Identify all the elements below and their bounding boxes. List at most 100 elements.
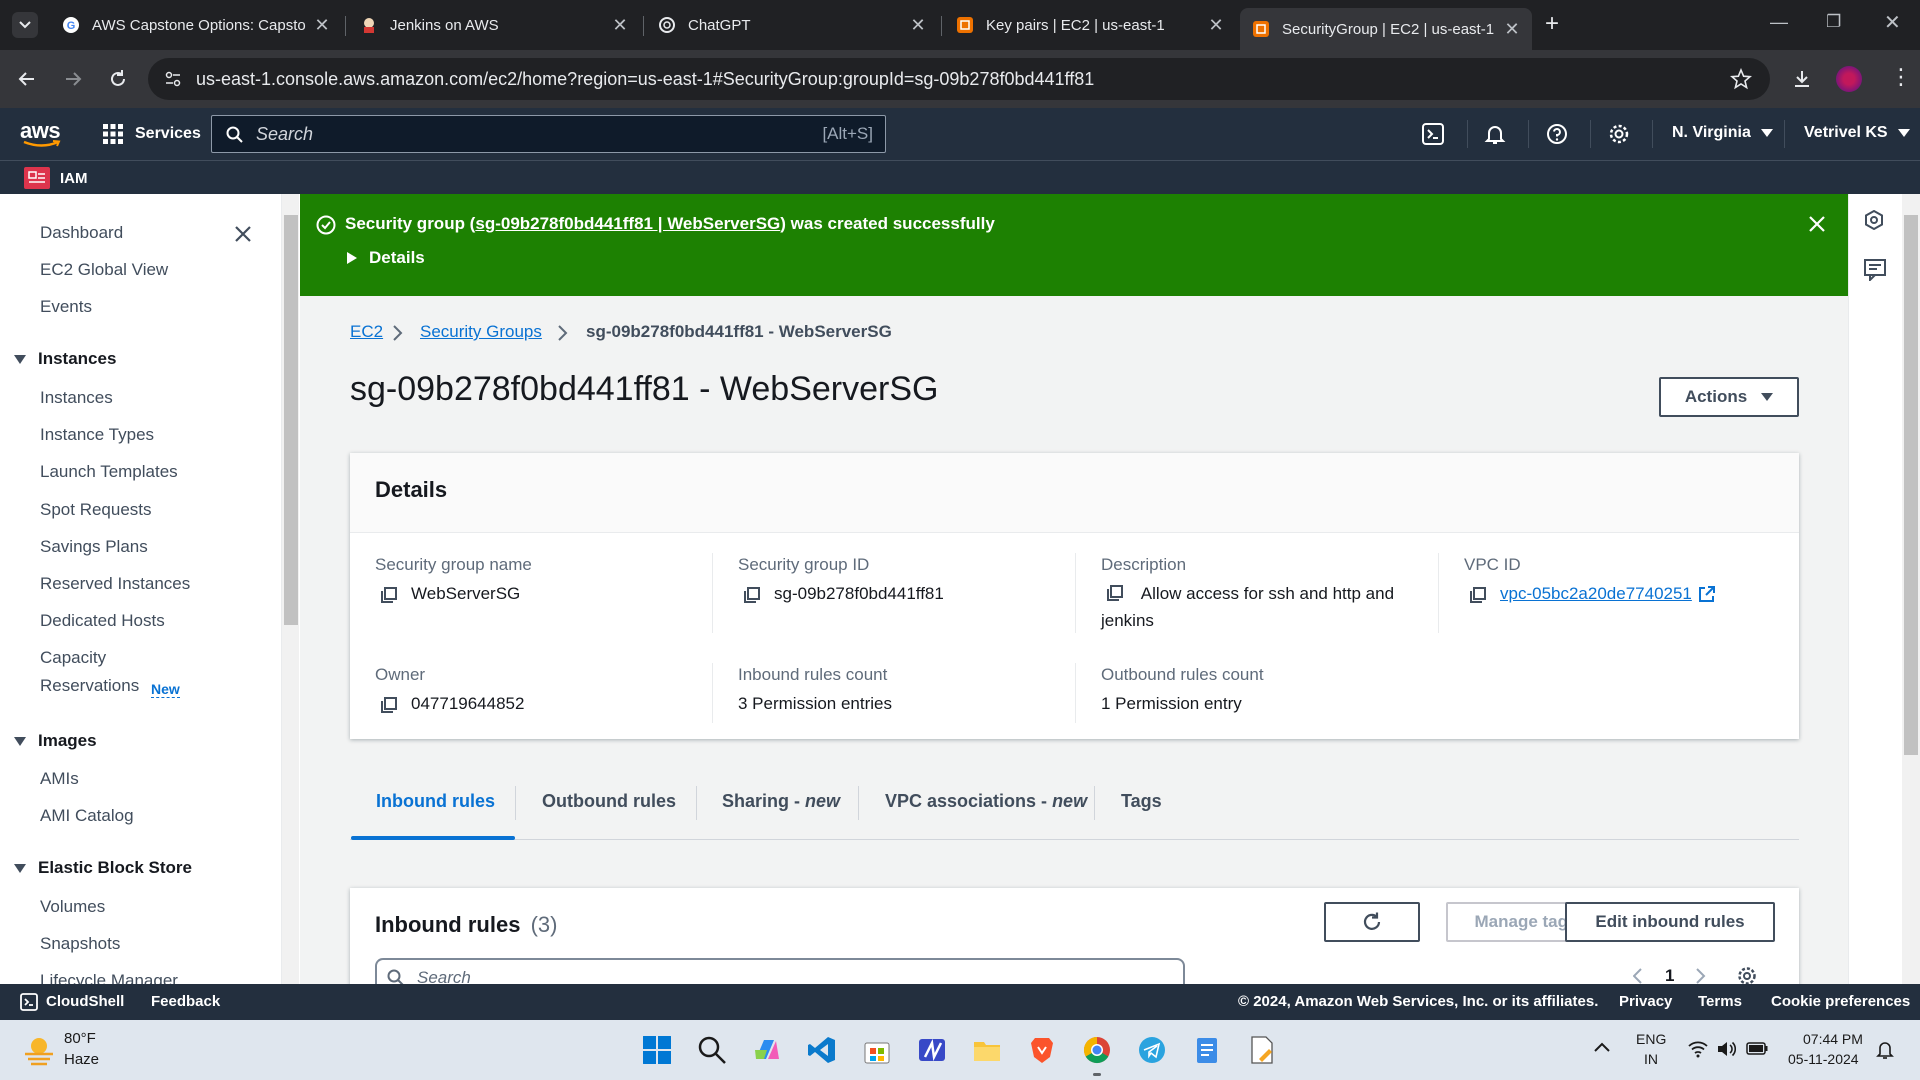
sidebar-item-snapshots[interactable]: Snapshots <box>40 934 120 954</box>
download-icon[interactable] <box>1791 68 1813 90</box>
sidebar-item-ami-catalog[interactable]: AMI Catalog <box>40 806 134 826</box>
file-explorer-icon[interactable] <box>972 1035 1002 1065</box>
profile-avatar[interactable] <box>1836 66 1862 92</box>
footer-feedback[interactable]: Feedback <box>151 993 220 1010</box>
cloudshell-icon[interactable] <box>1422 123 1444 145</box>
chrome-icon[interactable] <box>1082 1035 1112 1065</box>
footer-privacy[interactable]: Privacy <box>1619 993 1672 1010</box>
app-icon[interactable] <box>917 1035 947 1065</box>
sidebar-item-launch-templates[interactable]: Launch Templates <box>40 462 178 482</box>
sidebar-section-images[interactable]: Images <box>14 731 97 751</box>
weather-desc[interactable]: Haze <box>64 1051 99 1068</box>
weather-haze-icon[interactable] <box>22 1034 56 1066</box>
close-window-icon[interactable]: ✕ <box>1884 10 1901 35</box>
gear-icon[interactable] <box>1737 966 1757 984</box>
weather-temp[interactable]: 80°F <box>64 1030 96 1047</box>
browser-tab[interactable]: G AWS Capstone Options: Capsto ✕ <box>50 8 342 42</box>
brave-icon[interactable] <box>1027 1035 1057 1065</box>
sidebar-section-ebs[interactable]: Elastic Block Store <box>14 858 192 878</box>
browser-tab[interactable]: Key pairs | EC2 | us-east-1 ✕ <box>944 8 1236 42</box>
site-info-icon[interactable] <box>164 70 182 88</box>
reload-icon[interactable] <box>107 68 129 90</box>
document-edit-icon[interactable] <box>1247 1035 1277 1065</box>
microsoft-store-icon[interactable] <box>862 1035 892 1065</box>
copy-icon[interactable] <box>744 587 760 603</box>
sidebar-item-capacity[interactable]: Capacity <box>40 648 106 668</box>
sidebar-section-instances[interactable]: Instances <box>14 349 116 369</box>
account-menu[interactable]: Vetrivel KS <box>1804 124 1910 142</box>
windows-start-icon[interactable] <box>642 1035 672 1065</box>
breadcrumb-ec2[interactable]: EC2 <box>350 322 383 342</box>
copy-icon[interactable] <box>381 697 397 713</box>
language-indicator[interactable]: ENG <box>1636 1031 1666 1047</box>
footer-cloudshell[interactable]: CloudShell <box>46 993 124 1010</box>
close-tab-icon[interactable]: ✕ <box>910 15 926 36</box>
copy-icon[interactable] <box>1107 585 1123 601</box>
sidebar-item-dedicated-hosts[interactable]: Dedicated Hosts <box>40 611 165 631</box>
notepad-icon[interactable] <box>1192 1035 1222 1065</box>
sidebar-item-lifecycle-manager[interactable]: Lifecycle Manager <box>40 971 178 984</box>
close-tab-icon[interactable]: ✕ <box>1504 19 1520 40</box>
notification-bell-icon[interactable] <box>1876 1040 1894 1060</box>
sidebar-item-reserved-instances[interactable]: Reserved Instances <box>40 574 190 594</box>
main-scrollbar-thumb[interactable] <box>1904 215 1918 755</box>
region-indicator[interactable]: IN <box>1644 1051 1658 1067</box>
close-tab-icon[interactable]: ✕ <box>314 15 330 36</box>
help-icon[interactable] <box>1546 123 1568 145</box>
aws-logo[interactable]: aws <box>20 118 64 148</box>
footer-cookie[interactable]: Cookie preferences <box>1771 993 1910 1010</box>
dismiss-flash-icon[interactable] <box>1808 215 1826 233</box>
services-menu[interactable]: Services <box>103 124 201 144</box>
favorite-iam[interactable]: IAM <box>24 167 88 189</box>
tab-outbound-rules[interactable]: Outbound rules <box>542 791 676 812</box>
sidebar-item-volumes[interactable]: Volumes <box>40 897 105 917</box>
telegram-icon[interactable] <box>1137 1035 1167 1065</box>
close-sidebar-icon[interactable] <box>234 225 252 243</box>
bell-icon[interactable] <box>1484 123 1506 145</box>
browser-tab-active[interactable]: SecurityGroup | EC2 | us-east-1 ✕ <box>1240 8 1532 50</box>
chevron-up-icon[interactable] <box>1594 1042 1610 1052</box>
restore-icon[interactable]: ❐ <box>1826 12 1841 32</box>
url-bar[interactable]: us-east-1.console.aws.amazon.com/ec2/hom… <box>148 58 1770 100</box>
vscode-icon[interactable] <box>807 1035 837 1065</box>
sidebar-item-amis[interactable]: AMIs <box>40 769 79 789</box>
star-icon[interactable] <box>1730 68 1752 90</box>
rules-search-input[interactable]: Search <box>375 958 1185 984</box>
vpc-id-link[interactable]: vpc-05bc2a20de7740251 <box>1500 584 1692 604</box>
cloudshell-icon[interactable] <box>20 993 38 1011</box>
actions-button[interactable]: Actions <box>1659 377 1799 417</box>
chevron-left-icon[interactable] <box>1633 968 1643 984</box>
flash-sg-link[interactable]: sg-09b278f0bd441ff81 | WebServerSG <box>475 214 780 233</box>
minimize-icon[interactable]: — <box>1770 12 1788 33</box>
sidebar-item-instance-types[interactable]: Instance Types <box>40 425 154 445</box>
sidebar-scrollbar-thumb[interactable] <box>284 215 298 625</box>
new-tab-button[interactable]: + <box>1545 10 1559 38</box>
flash-details-toggle[interactable]: Details <box>347 248 425 268</box>
browser-menu-icon[interactable]: ⋮ <box>1890 64 1912 90</box>
forward-arrow-icon[interactable] <box>62 68 84 90</box>
region-selector[interactable]: N. Virginia <box>1672 124 1773 142</box>
feedback-icon[interactable] <box>1864 259 1886 281</box>
browser-tab[interactable]: Jenkins on AWS ✕ <box>348 8 640 42</box>
close-tab-icon[interactable]: ✕ <box>612 15 628 36</box>
tab-vpc-associations[interactable]: VPC associations - new <box>885 791 1087 812</box>
sidebar-item-savings-plans[interactable]: Savings Plans <box>40 537 148 557</box>
page-number[interactable]: 1 <box>1665 966 1674 984</box>
back-arrow-icon[interactable] <box>16 68 38 90</box>
search-icon[interactable] <box>697 1035 727 1065</box>
external-link-icon[interactable] <box>1698 586 1715 603</box>
sidebar-item-events[interactable]: Events <box>40 297 92 317</box>
close-tab-icon[interactable]: ✕ <box>1208 15 1224 36</box>
tab-search-button[interactable] <box>12 12 38 38</box>
battery-icon[interactable] <box>1746 1042 1768 1055</box>
tab-tags[interactable]: Tags <box>1121 791 1162 812</box>
chevron-right-icon[interactable] <box>1696 968 1706 984</box>
aws-search-input[interactable]: Search [Alt+S] <box>211 115 886 153</box>
gear-icon[interactable] <box>1608 123 1630 145</box>
tab-inbound-rules[interactable]: Inbound rules <box>376 791 495 812</box>
sidebar-item-dashboard[interactable]: Dashboard <box>40 223 123 243</box>
volume-icon[interactable] <box>1716 1040 1736 1058</box>
refresh-button[interactable] <box>1324 902 1420 942</box>
edit-inbound-rules-button[interactable]: Edit inbound rules <box>1565 902 1775 942</box>
sidebar-item-spot-requests[interactable]: Spot Requests <box>40 500 152 520</box>
